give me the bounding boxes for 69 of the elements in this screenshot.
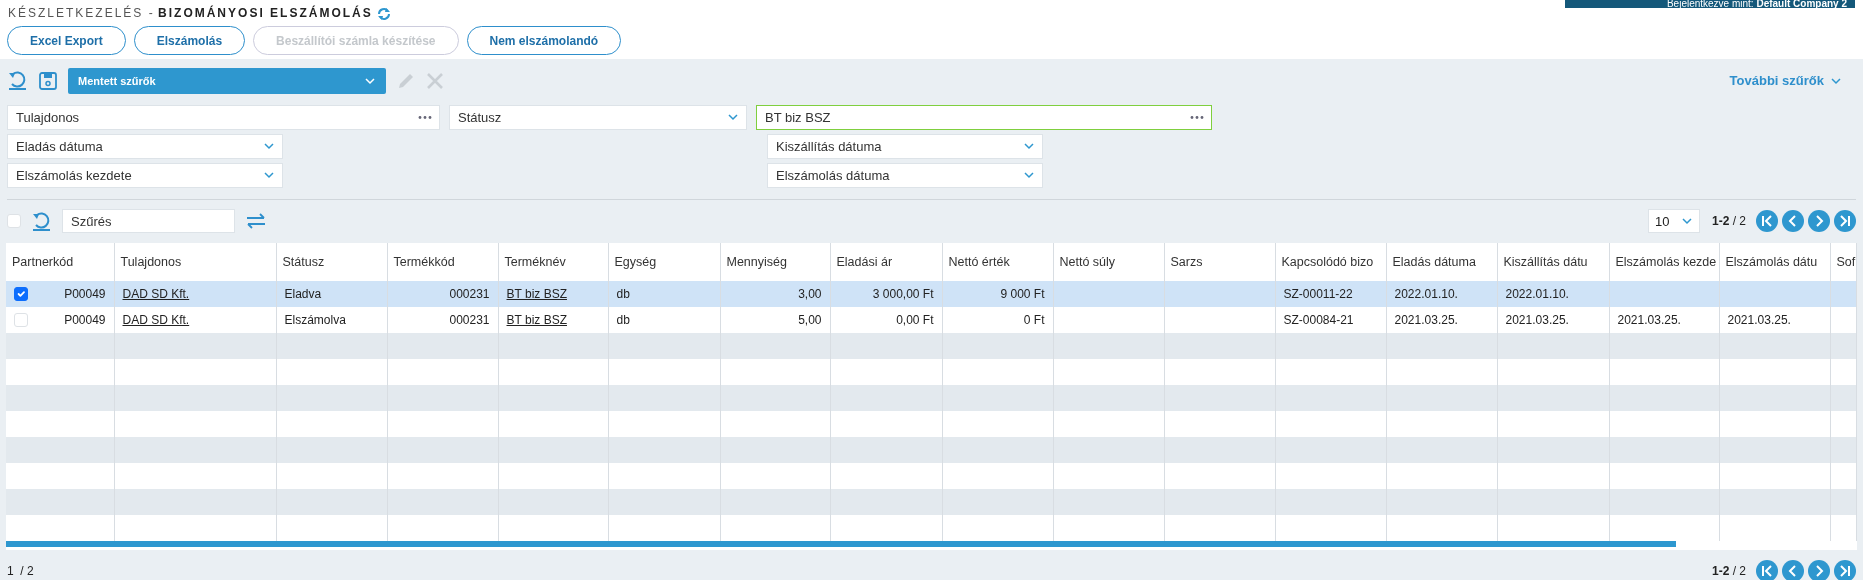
table-cell: db xyxy=(616,313,630,328)
table-cell: 000231 xyxy=(449,313,490,328)
page-range: 1-2 / 2 xyxy=(1711,563,1746,580)
table-cell: 3,00 xyxy=(798,287,822,302)
page-range: 1-2 / 2 xyxy=(1711,213,1746,231)
search-field[interactable]: Szűrés xyxy=(62,209,235,234)
swap-icon[interactable] xyxy=(245,213,267,230)
first-page-icon[interactable] xyxy=(1756,210,1778,233)
dropdown-field[interactable]: Kiszállítás dátuma xyxy=(767,133,1043,159)
select-all-checkbox[interactable] xyxy=(7,214,21,229)
table-cell: 2022.01.10. xyxy=(1505,287,1569,302)
table-cell: 2021.03.25. xyxy=(1617,313,1681,328)
page-indicator: 1 / 2 xyxy=(7,563,34,580)
table-cell: 0 Ft xyxy=(1023,313,1045,328)
page-size-dropdown[interactable]: 10 xyxy=(1647,209,1700,234)
table-cell: 2021.03.25. xyxy=(1394,313,1458,328)
table-cell: 3 000,00 Ft xyxy=(872,287,934,302)
reset-icon[interactable] xyxy=(7,70,28,92)
save-icon[interactable] xyxy=(38,70,58,91)
next-page-icon[interactable] xyxy=(1808,210,1830,233)
user-name: Default Company 2 xyxy=(1756,0,1847,8)
table-cell: SZ-00084-21 xyxy=(1283,313,1354,328)
table-cell: 5,00 xyxy=(798,313,822,328)
breadcrumb[interactable]: KÉSZLETKEZELÉS - xyxy=(8,6,155,20)
dropdown-field[interactable]: Eladás dátuma xyxy=(7,133,283,159)
table-cell: 0,00 Ft xyxy=(896,313,934,328)
table-cell: db xyxy=(616,287,630,302)
chevron-icon xyxy=(364,75,376,86)
first-page-icon[interactable] xyxy=(1756,560,1778,580)
chevron-icon xyxy=(1023,170,1035,181)
chevron-icon xyxy=(263,141,275,152)
lookup-field[interactable]: BT biz BSZ xyxy=(756,104,1212,130)
chevron-icon xyxy=(727,112,739,123)
action-button[interactable]: Excel Export xyxy=(7,26,126,55)
dropdown-field[interactable]: Elszámolás dátuma xyxy=(767,162,1043,188)
user-label: Bejelentkezve mint: xyxy=(1666,0,1754,8)
table-link[interactable]: BT biz BSZ xyxy=(506,313,567,328)
table-cell: 000231 xyxy=(449,287,490,302)
table-cell: 9 000 Ft xyxy=(1000,287,1045,302)
next-page-icon[interactable] xyxy=(1808,560,1830,580)
table-cell: 2022.01.10. xyxy=(1394,287,1458,302)
action-button[interactable]: Nem elszámolandó xyxy=(466,26,622,55)
page-title: BIZOMÁNYOSI ELSZÁMOLÁS xyxy=(158,6,373,20)
previous-page-icon[interactable] xyxy=(1782,560,1804,580)
table-link[interactable]: DAD SD Kft. xyxy=(122,313,190,328)
table-cell: 2021.03.25. xyxy=(1505,313,1569,328)
lookup-field[interactable]: Tulajdonos xyxy=(7,104,440,130)
table-cell: Elszámolva xyxy=(284,313,346,328)
previous-page-icon[interactable] xyxy=(1782,210,1804,233)
table-cell-text: P00049 xyxy=(64,286,106,304)
reset-icon[interactable] xyxy=(31,210,52,232)
table-cell-text: P00049 xyxy=(64,312,106,330)
scrollbar-thumb[interactable] xyxy=(6,541,1676,548)
table-cell: 2021.03.25. xyxy=(1727,313,1791,328)
table-cell: SZ-00011-22 xyxy=(1283,287,1353,302)
dropdown-field[interactable]: Elszámolás kezdete xyxy=(7,162,283,188)
more-icon[interactable] xyxy=(418,114,432,120)
row-checkbox[interactable] xyxy=(14,287,28,302)
table-cell: Eladva xyxy=(284,287,322,302)
last-page-icon[interactable] xyxy=(1834,210,1856,233)
refresh-icon[interactable] xyxy=(376,5,393,22)
chevron-icon xyxy=(1023,141,1035,152)
action-button[interactable]: Elszámolás xyxy=(133,26,246,55)
chevron-icon xyxy=(263,170,275,181)
chevron-icon xyxy=(1680,216,1693,227)
dropdown-field[interactable]: Státusz xyxy=(449,104,747,130)
more-icon[interactable] xyxy=(1190,114,1204,120)
last-page-icon[interactable] xyxy=(1834,560,1856,580)
chevron-icon xyxy=(1830,75,1842,86)
